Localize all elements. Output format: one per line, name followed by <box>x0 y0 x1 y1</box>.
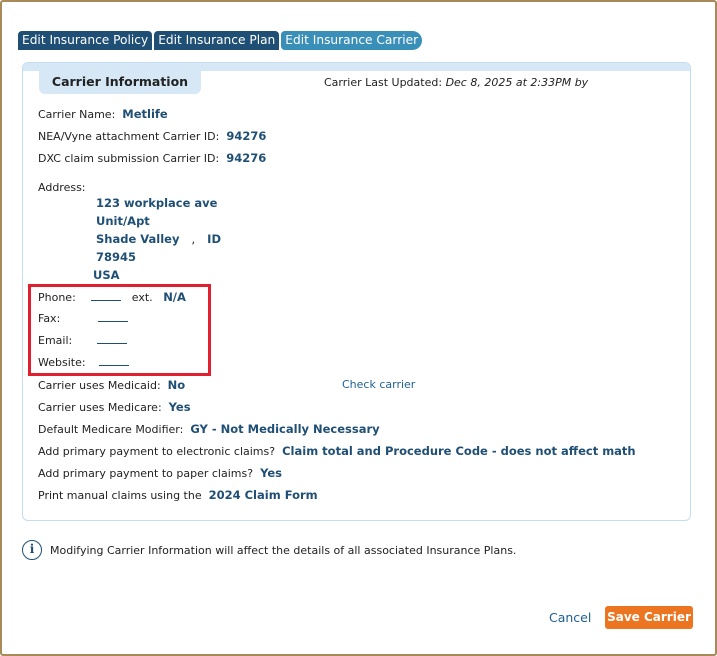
fax-label: Fax: <box>38 312 61 325</box>
carrier-name-row: Carrier Name: Metlife <box>38 107 168 121</box>
medicare-label: Carrier uses Medicare: <box>38 401 162 414</box>
electronic-claims-value: Claim total and Procedure Code - does no… <box>282 444 636 458</box>
medicaid-value: No <box>167 378 186 392</box>
dxc-id-row: DXC claim submission Carrier ID: 94276 <box>38 151 266 165</box>
fax-value-blank <box>97 321 128 322</box>
address-city: Shade Valley <box>96 232 180 246</box>
carrier-info-panel: Carrier Information Carrier Last Updated… <box>22 62 691 521</box>
electronic-claims-row: Add primary payment to electronic claims… <box>38 444 636 458</box>
ext-value: N/A <box>163 290 186 304</box>
ext-label: ext. <box>131 291 153 304</box>
save-carrier-button[interactable]: Save Carrier <box>605 606 693 629</box>
address-label: Address: <box>38 181 86 194</box>
carrier-name-value: Metlife <box>122 107 168 121</box>
electronic-claims-label: Add primary payment to electronic claims… <box>38 445 276 458</box>
panel-title: Carrier Information <box>39 71 201 94</box>
medicare-row: Carrier uses Medicare: Yes <box>38 400 191 414</box>
email-value-blank <box>96 343 127 344</box>
tab-edit-insurance-policy[interactable]: Edit Insurance Policy <box>18 31 153 50</box>
modifier-label: Default Medicare Modifier: <box>38 423 184 436</box>
nea-id-value: 94276 <box>226 129 267 143</box>
website-value-blank <box>99 365 130 366</box>
edit-carrier-dialog: Edit Insurance Policy Edit Insurance Pla… <box>0 0 717 656</box>
last-updated-value: Dec 8, 2025 at 2:33PM by <box>445 76 589 89</box>
address-line1: 123 workplace ave <box>96 196 218 210</box>
website-row: Website: <box>38 356 130 369</box>
medicaid-label: Carrier uses Medicaid: <box>38 379 161 392</box>
print-claims-label: Print manual claims using the <box>38 489 202 502</box>
address-comma: , <box>191 232 196 246</box>
tab-edit-insurance-carrier[interactable]: Edit Insurance Carrier <box>281 31 423 50</box>
phone-value-blank <box>91 300 122 301</box>
nea-id-label: NEA/Vyne attachment Carrier ID: <box>38 130 220 143</box>
email-label: Email: <box>38 334 73 347</box>
cancel-button[interactable]: Cancel <box>549 610 591 625</box>
carrier-name-label: Carrier Name: <box>38 108 116 121</box>
fax-row: Fax: <box>38 312 128 325</box>
website-label: Website: <box>38 356 86 369</box>
paper-claims-row: Add primary payment to paper claims? Yes <box>38 466 282 480</box>
tab-bar: Edit Insurance Policy Edit Insurance Pla… <box>18 31 424 50</box>
address-country: USA <box>93 268 120 282</box>
medicaid-row: Carrier uses Medicaid: No <box>38 378 185 392</box>
paper-claims-label: Add primary payment to paper claims? <box>38 467 254 480</box>
modifier-value: GY - Not Medically Necessary <box>190 422 380 436</box>
last-updated: Carrier Last Updated: Dec 8, 2025 at 2:3… <box>324 76 588 89</box>
phone-row: Phone: ext. N/A <box>38 290 186 304</box>
medicare-value: Yes <box>168 400 191 414</box>
paper-claims-value: Yes <box>260 466 282 480</box>
last-updated-label: Carrier Last Updated: <box>324 76 443 89</box>
dxc-id-label: DXC claim submission Carrier ID: <box>38 152 220 165</box>
print-claims-row: Print manual claims using the 2024 Claim… <box>38 488 318 502</box>
panel-header-bar <box>23 63 690 71</box>
info-icon: i <box>22 540 42 560</box>
nea-id-row: NEA/Vyne attachment Carrier ID: 94276 <box>38 129 266 143</box>
check-carrier-link[interactable]: Check carrier <box>342 378 415 391</box>
address-state: ID <box>207 232 221 246</box>
address-zip: 78945 <box>96 250 137 264</box>
info-text: Modifying Carrier Information will affec… <box>50 543 517 557</box>
modifier-row: Default Medicare Modifier: GY - Not Medi… <box>38 422 380 436</box>
address-line2: Unit/Apt <box>96 214 150 228</box>
address-city-state: Shade Valley , ID <box>96 232 221 246</box>
tab-edit-insurance-plan[interactable]: Edit Insurance Plan <box>154 31 280 50</box>
dxc-id-value: 94276 <box>226 151 267 165</box>
info-notice: i Modifying Carrier Information will aff… <box>22 540 516 560</box>
phone-label: Phone: <box>38 291 76 304</box>
print-claims-value: 2024 Claim Form <box>208 488 318 502</box>
email-row: Email: <box>38 334 127 347</box>
